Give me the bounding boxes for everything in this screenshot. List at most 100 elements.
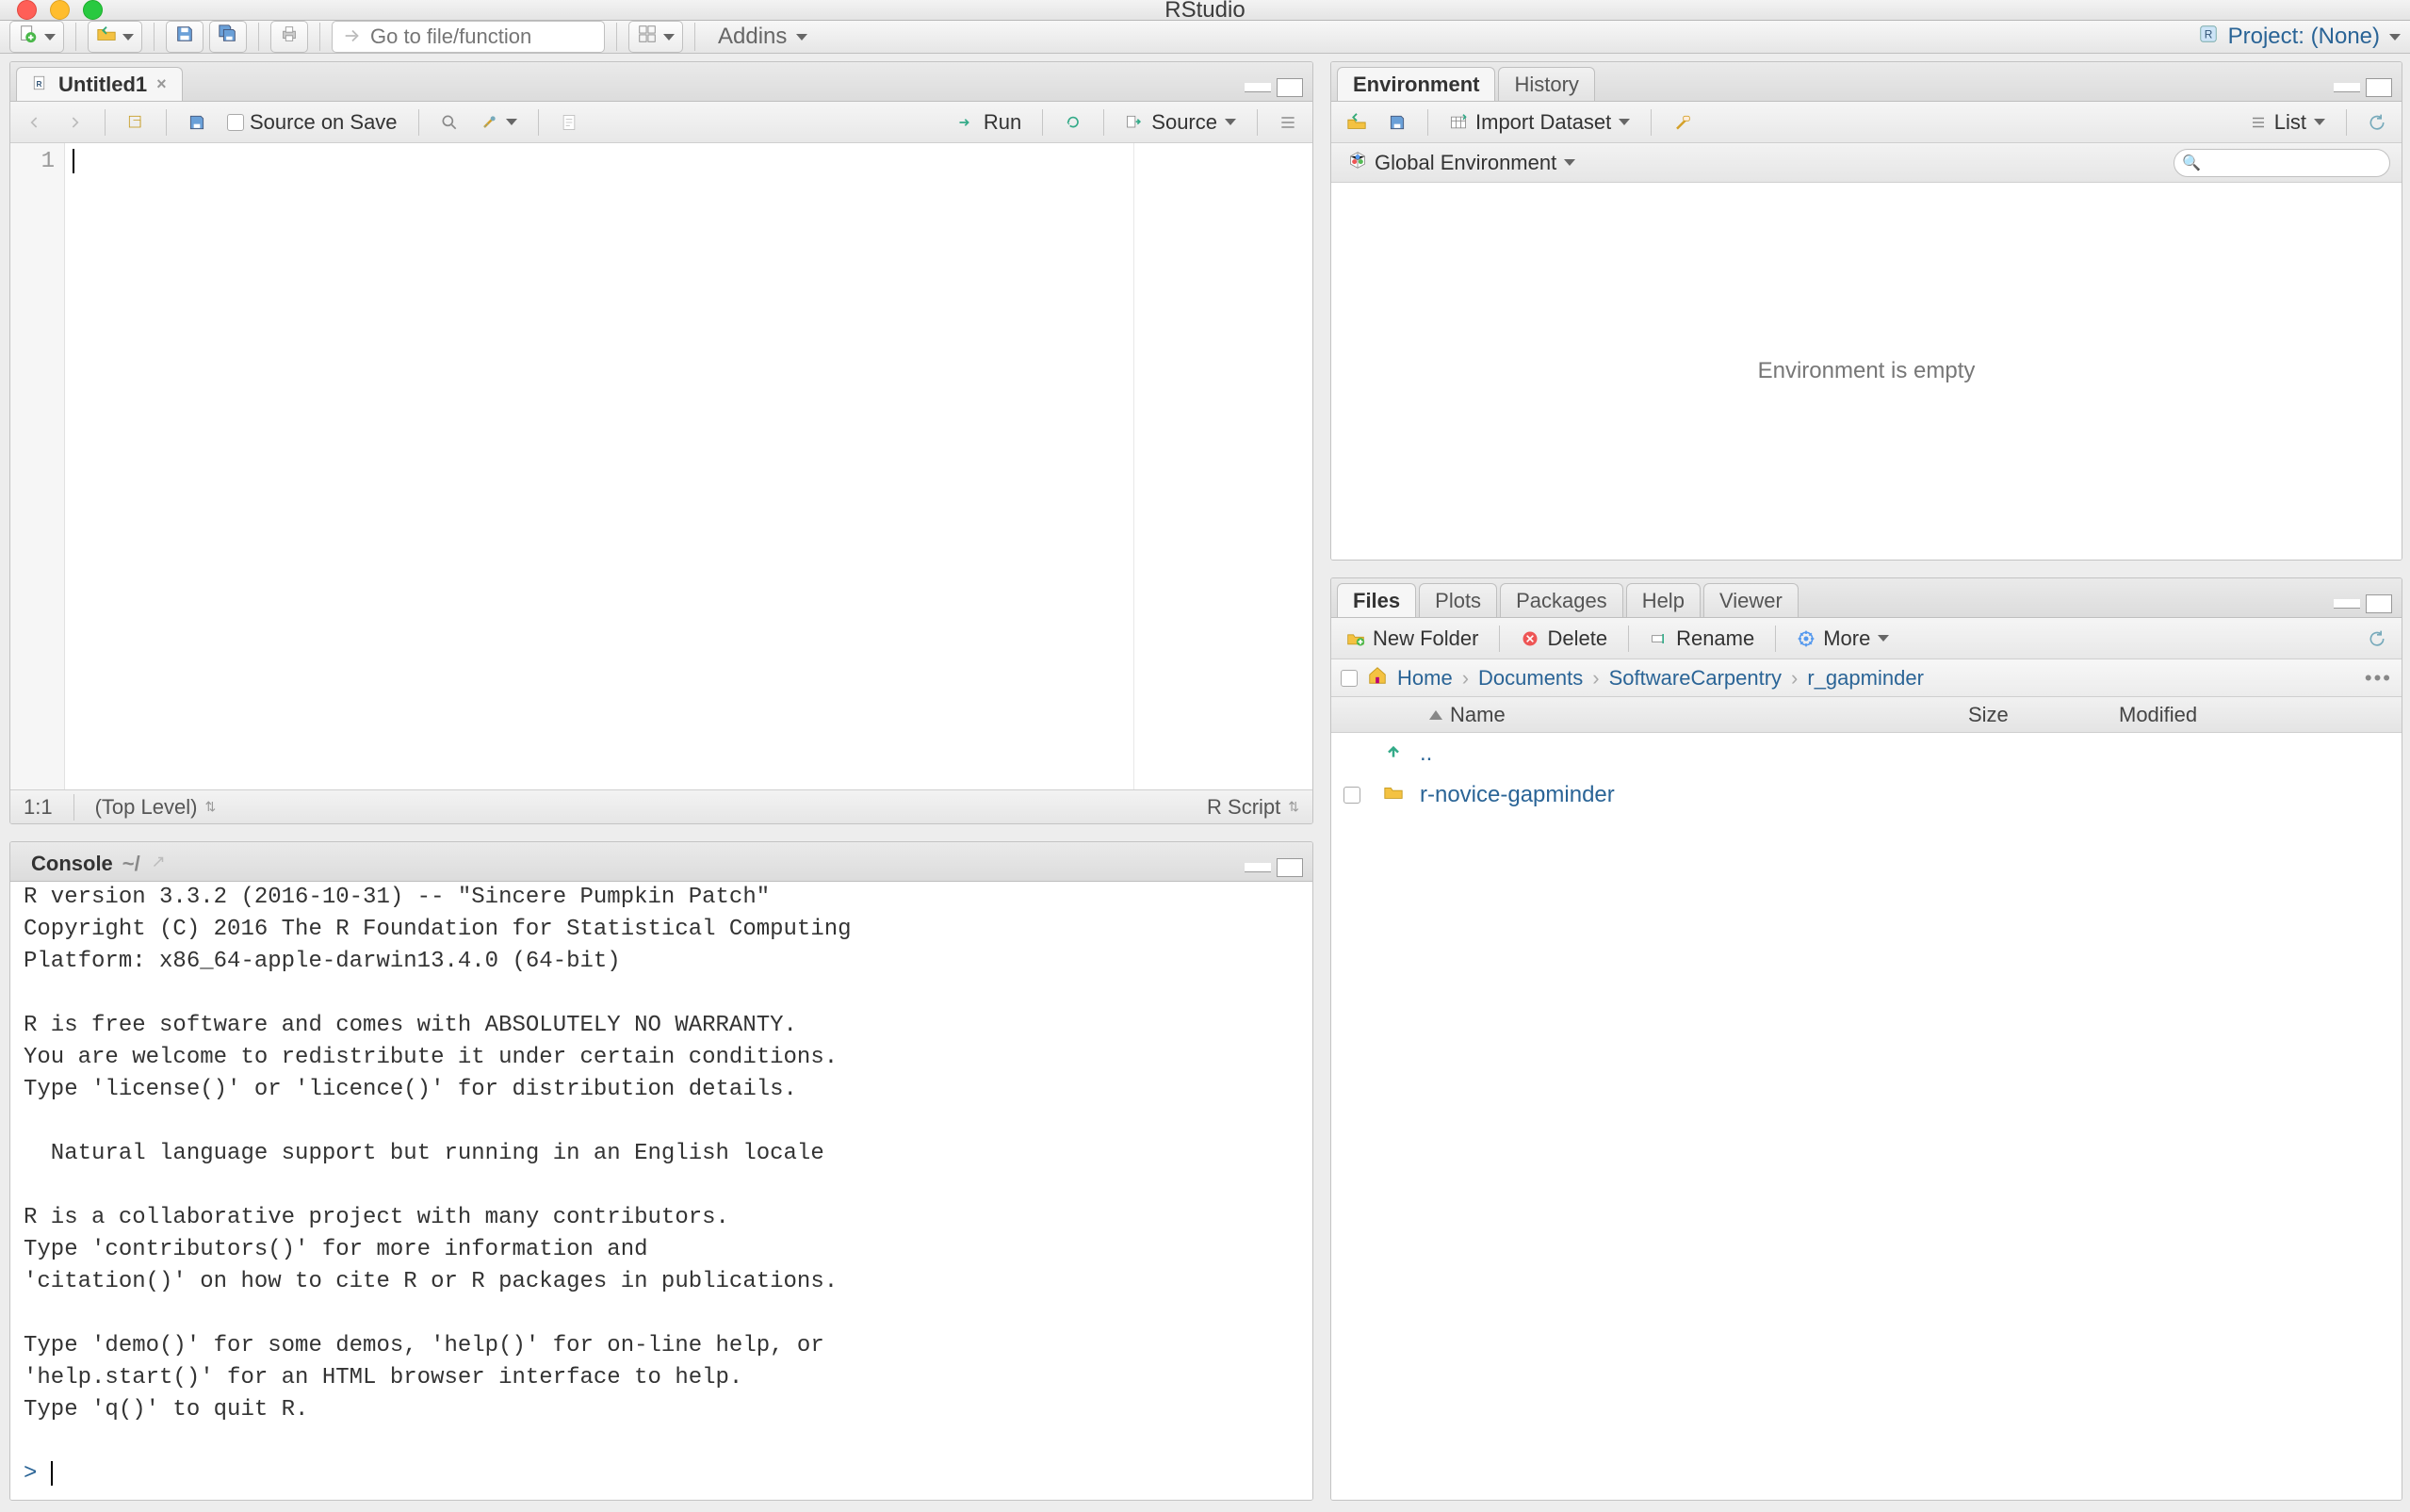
more-button[interactable]: More <box>1791 625 1895 653</box>
save-button[interactable] <box>166 21 204 53</box>
code-tools-button[interactable] <box>474 111 523 134</box>
column-name-header[interactable]: Name <box>1373 703 1968 727</box>
minimize-pane-button[interactable] <box>2334 83 2360 92</box>
show-in-new-window-button[interactable] <box>121 111 151 134</box>
column-modified-header[interactable]: Modified <box>2119 703 2402 727</box>
tab-label: Help <box>1642 589 1685 613</box>
source-on-save-checkbox[interactable]: Source on Save <box>221 108 403 137</box>
outline-button[interactable] <box>1273 111 1303 134</box>
separator <box>166 109 167 136</box>
minimize-pane-button[interactable] <box>1245 83 1271 92</box>
goto-file-function-input[interactable] <box>332 21 605 53</box>
more-label: More <box>1823 626 1870 651</box>
load-workspace-button[interactable] <box>1341 110 1373 135</box>
window-title: RStudio <box>0 0 2410 24</box>
console-text: R version 3.3.2 (2016-10-31) -- "Sincere… <box>24 885 852 1423</box>
more-path-button[interactable]: ••• <box>2365 666 2392 691</box>
breadcrumb-separator: › <box>1791 666 1798 691</box>
tab-history[interactable]: History <box>1498 67 1594 101</box>
find-replace-button[interactable] <box>434 111 464 134</box>
goto-input-field[interactable] <box>370 24 594 49</box>
breadcrumb-separator: › <box>1592 666 1599 691</box>
environment-scope-selector[interactable]: Global Environment <box>1343 149 1581 177</box>
clear-workspace-button[interactable] <box>1667 111 1697 134</box>
popout-icon[interactable] <box>150 852 167 876</box>
tab-help[interactable]: Help <box>1626 583 1701 617</box>
console-tab-label: Console <box>31 852 113 876</box>
separator <box>105 109 106 136</box>
rscript-icon: R <box>32 73 49 97</box>
breadcrumb-rgapminder[interactable]: r_gapminder <box>1807 666 1924 691</box>
line-number: 1 <box>10 149 55 174</box>
editor-text-area[interactable] <box>65 143 1133 789</box>
files-tabs: Files Plots Packages Help Viewer <box>1331 578 2402 618</box>
tab-label: Packages <box>1516 589 1607 613</box>
save-source-button[interactable] <box>182 111 212 134</box>
dropdown-caret-icon <box>2389 34 2401 41</box>
new-folder-label: New Folder <box>1373 626 1478 651</box>
tab-files[interactable]: Files <box>1337 583 1416 617</box>
compile-report-button[interactable] <box>554 111 584 134</box>
print-button[interactable] <box>270 21 308 53</box>
home-icon[interactable] <box>1367 665 1388 691</box>
separator <box>1775 626 1776 652</box>
new-folder-button[interactable]: New Folder <box>1341 625 1484 653</box>
row-checkbox[interactable] <box>1343 787 1360 804</box>
delete-button[interactable]: Delete <box>1515 625 1613 653</box>
maximize-pane-button[interactable] <box>2366 594 2392 613</box>
back-button[interactable] <box>20 111 50 134</box>
filetype-selector[interactable]: R Script ⇅ <box>1207 795 1299 820</box>
source-button[interactable]: Source <box>1119 108 1242 137</box>
rename-button[interactable]: Rename <box>1644 625 1760 653</box>
refresh-button[interactable] <box>2362 111 2392 134</box>
save-all-button[interactable] <box>209 21 247 53</box>
console-path: ~/ <box>122 852 140 876</box>
tab-packages[interactable]: Packages <box>1500 583 1623 617</box>
save-icon <box>174 24 195 50</box>
save-workspace-button[interactable] <box>1382 111 1412 134</box>
open-project-button[interactable] <box>88 21 142 53</box>
rerun-button[interactable] <box>1058 111 1088 134</box>
main-toolbar: Addins R Project: (None) <box>0 21 2410 54</box>
breadcrumb-home[interactable]: Home <box>1397 666 1453 691</box>
scope-selector[interactable]: (Top Level) ⇅ <box>95 795 217 820</box>
addins-label: Addins <box>718 24 787 50</box>
minimize-pane-button[interactable] <box>2334 599 2360 609</box>
environment-search-input[interactable] <box>2174 149 2390 177</box>
addins-button[interactable]: Addins <box>707 24 819 50</box>
refresh-files-button[interactable] <box>2362 627 2392 650</box>
minimize-pane-button[interactable] <box>1245 863 1271 872</box>
separator <box>538 109 539 136</box>
separator <box>1103 109 1104 136</box>
tab-plots[interactable]: Plots <box>1419 583 1497 617</box>
workspace-panes-button[interactable] <box>628 21 683 53</box>
maximize-pane-button[interactable] <box>1277 858 1303 877</box>
dropdown-caret-icon <box>796 34 807 41</box>
console-tab[interactable]: Console ~/ <box>16 847 182 881</box>
column-size-header[interactable]: Size <box>1968 703 2119 727</box>
environment-tabs: Environment History <box>1331 62 2402 102</box>
breadcrumb-documents[interactable]: Documents <box>1478 666 1583 691</box>
select-all-checkbox[interactable] <box>1341 670 1358 687</box>
console-output[interactable]: R version 3.3.2 (2016-10-31) -- "Sincere… <box>10 882 1312 1500</box>
new-file-icon <box>18 24 39 50</box>
project-menu[interactable]: R Project: (None) <box>2198 24 2401 51</box>
files-toolbar: New Folder Delete Rename More <box>1331 618 2402 659</box>
run-button[interactable]: Run <box>952 108 1027 137</box>
file-row-folder[interactable]: r-novice-gapminder <box>1331 774 2402 816</box>
tab-environment[interactable]: Environment <box>1337 67 1495 101</box>
editor-body[interactable]: 1 <box>10 143 1312 789</box>
tab-viewer[interactable]: Viewer <box>1703 583 1799 617</box>
files-columns-header: Name Size Modified <box>1331 697 2402 733</box>
separator <box>418 109 419 136</box>
import-dataset-button[interactable]: Import Dataset <box>1443 108 1636 137</box>
file-row-parent[interactable]: .. <box>1331 733 2402 774</box>
close-tab-icon[interactable]: × <box>156 74 167 94</box>
breadcrumb-softwarecarpentry[interactable]: SoftwareCarpentry <box>1609 666 1782 691</box>
forward-button[interactable] <box>59 111 90 134</box>
view-mode-button[interactable]: List <box>2244 108 2331 137</box>
maximize-pane-button[interactable] <box>2366 78 2392 97</box>
new-file-button[interactable] <box>9 21 64 53</box>
maximize-pane-button[interactable] <box>1277 78 1303 97</box>
source-tab-untitled1[interactable]: R Untitled1 × <box>16 67 183 101</box>
